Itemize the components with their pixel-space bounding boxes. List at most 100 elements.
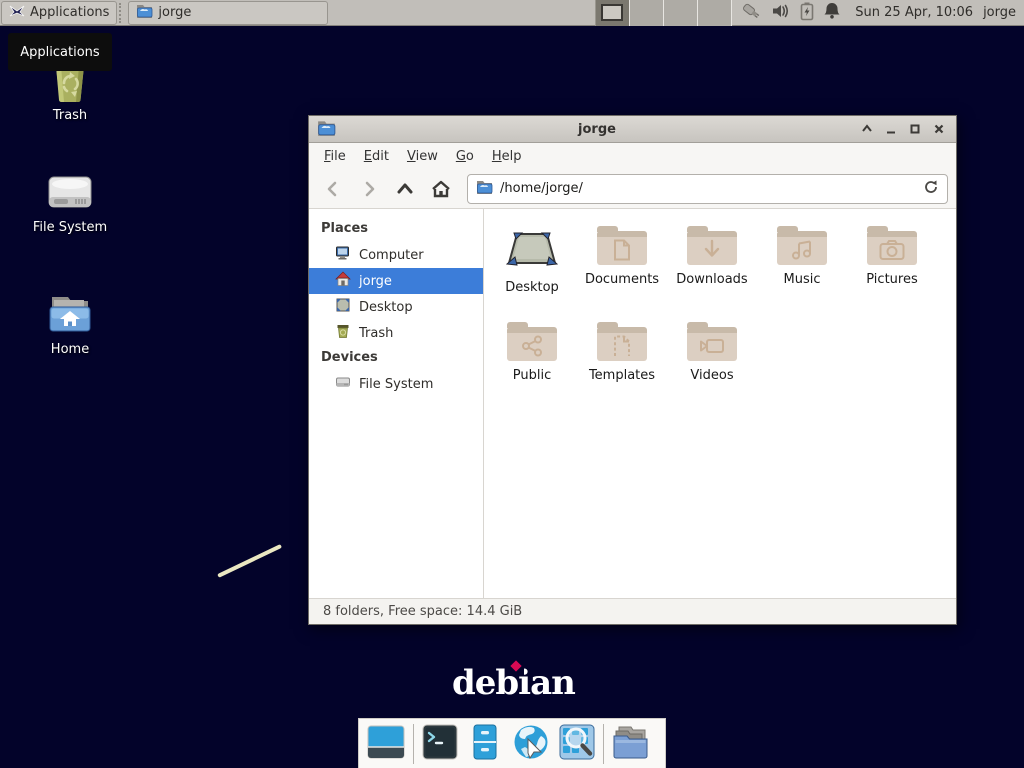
- toolbar: /home/jorge/: [309, 169, 956, 209]
- forward-button[interactable]: [353, 175, 385, 203]
- path-bar[interactable]: /home/jorge/: [467, 174, 948, 204]
- folder-icon-templates: [597, 327, 647, 361]
- window-folder-icon: [317, 119, 336, 140]
- file-item-documents[interactable]: Documents: [577, 223, 667, 295]
- file-item-label: Templates: [589, 368, 655, 383]
- home-button[interactable]: [425, 175, 457, 203]
- file-item-public[interactable]: Public: [487, 319, 577, 383]
- trash-mini-icon: [335, 323, 351, 343]
- menu-view[interactable]: View: [398, 146, 447, 167]
- shade-button[interactable]: [858, 120, 876, 138]
- folder-window-icon: [136, 3, 153, 22]
- folder-icon-videos: [687, 327, 737, 361]
- taskbar-window-button[interactable]: jorge: [128, 1, 328, 25]
- desktop-icon-home[interactable]: Home: [20, 293, 120, 357]
- statusbar: 8 folders, Free space: 14.4 GiB: [309, 598, 956, 624]
- file-item-label: Public: [513, 368, 551, 383]
- file-item-label: Downloads: [676, 272, 747, 287]
- file-item-templates[interactable]: Templates: [577, 319, 667, 383]
- workspace-4[interactable]: [698, 0, 732, 26]
- applications-menu-button[interactable]: Applications: [1, 1, 117, 25]
- volume-icon[interactable]: [771, 2, 791, 24]
- file-item-label: Videos: [690, 368, 733, 383]
- folder-icon-downloads: [687, 231, 737, 265]
- applications-menu-label: Applications: [30, 5, 109, 20]
- file-item-music[interactable]: Music: [757, 223, 847, 295]
- statusbar-text: 8 folders, Free space: 14.4 GiB: [323, 604, 522, 619]
- sidebar-item-file-system[interactable]: File System: [309, 371, 483, 397]
- menu-file[interactable]: File: [315, 146, 355, 167]
- dock-separator: [413, 724, 414, 764]
- sidebar-item-desktop[interactable]: Desktop: [309, 294, 483, 320]
- sidebar-item-label: Computer: [359, 248, 424, 263]
- file-item-label: Documents: [585, 272, 659, 287]
- close-button[interactable]: [930, 120, 948, 138]
- path-folder-icon: [476, 179, 493, 198]
- web-browser-globe-icon[interactable]: [511, 723, 551, 765]
- taskbar-window-label: jorge: [158, 5, 191, 20]
- removable-media-icon[interactable]: [740, 1, 762, 25]
- computer-icon: [335, 245, 351, 265]
- menubar: File Edit View Go Help: [309, 143, 956, 169]
- terminal-icon[interactable]: [421, 723, 459, 765]
- folder-icon-documents: [597, 231, 647, 265]
- sidebar-item-label: File System: [359, 377, 433, 392]
- home-folder-icon: [20, 293, 120, 337]
- sidebar-item-label: jorge: [359, 274, 392, 289]
- window-titlebar[interactable]: jorge: [309, 116, 956, 143]
- desktop-icon-label: Trash: [20, 108, 120, 123]
- path-input[interactable]: /home/jorge/: [500, 181, 916, 196]
- up-button[interactable]: [389, 175, 421, 203]
- maximize-button[interactable]: [906, 120, 924, 138]
- app-finder-icon[interactable]: [558, 723, 596, 765]
- sidebar-item-trash[interactable]: Trash: [309, 320, 483, 346]
- show-desktop-icon[interactable]: [366, 723, 406, 765]
- notifications-bell-icon[interactable]: [823, 1, 841, 24]
- hard-drive-icon: [20, 173, 120, 215]
- workspace-switcher[interactable]: [595, 0, 732, 26]
- battery-charging-icon[interactable]: [800, 1, 814, 25]
- file-cabinet-icon[interactable]: [466, 723, 504, 765]
- sidebar-item-jorge[interactable]: jorge: [309, 268, 483, 294]
- minimize-button[interactable]: [882, 120, 900, 138]
- file-list-area[interactable]: Desktop Documents: [484, 209, 956, 598]
- file-item-label: Music: [784, 272, 821, 287]
- applications-tooltip: Applications: [8, 33, 112, 71]
- menu-go[interactable]: Go: [447, 146, 483, 167]
- sidebar-item-label: Desktop: [359, 300, 413, 315]
- panel-drag-handle[interactable]: [119, 3, 125, 23]
- drive-mini-icon: [335, 374, 351, 394]
- back-button[interactable]: [317, 175, 349, 203]
- desktop-icon-label: Home: [20, 342, 120, 357]
- sidebar-devices-header: Devices: [309, 346, 483, 371]
- menu-edit[interactable]: Edit: [355, 146, 398, 167]
- bottom-dock: [358, 718, 666, 768]
- workspace-2[interactable]: [630, 0, 664, 26]
- desktop-icon-label: File System: [20, 220, 120, 235]
- debian-wallpaper-logo: debian: [452, 662, 582, 708]
- file-item-desktop[interactable]: Desktop: [487, 223, 577, 295]
- sidebar-item-computer[interactable]: Computer: [309, 242, 483, 268]
- file-item-downloads[interactable]: Downloads: [667, 223, 757, 295]
- top-panel: Applications jorge: [0, 0, 1024, 26]
- desktop-icon-file-system[interactable]: File System: [20, 173, 120, 235]
- panel-username[interactable]: jorge: [979, 5, 1024, 20]
- file-item-label: Pictures: [866, 272, 917, 287]
- directory-menu-icon[interactable]: [611, 723, 653, 765]
- file-item-videos[interactable]: Videos: [667, 319, 757, 383]
- menu-help[interactable]: Help: [483, 146, 531, 167]
- window-title: jorge: [342, 122, 852, 137]
- desktop-special-icon: [506, 229, 558, 273]
- workspace-window-thumbnail: [601, 4, 623, 21]
- dock-separator: [603, 724, 604, 764]
- clock[interactable]: Sun 25 Apr, 10:06: [849, 5, 979, 20]
- sidebar-places-header: Places: [309, 217, 483, 242]
- folder-icon-pictures: [867, 231, 917, 265]
- system-tray: [732, 1, 849, 25]
- workspace-1[interactable]: [596, 0, 630, 26]
- folder-icon-public: [507, 327, 557, 361]
- file-item-pictures[interactable]: Pictures: [847, 223, 937, 295]
- reload-icon[interactable]: [923, 179, 939, 199]
- home-icon: [335, 271, 351, 291]
- workspace-3[interactable]: [664, 0, 698, 26]
